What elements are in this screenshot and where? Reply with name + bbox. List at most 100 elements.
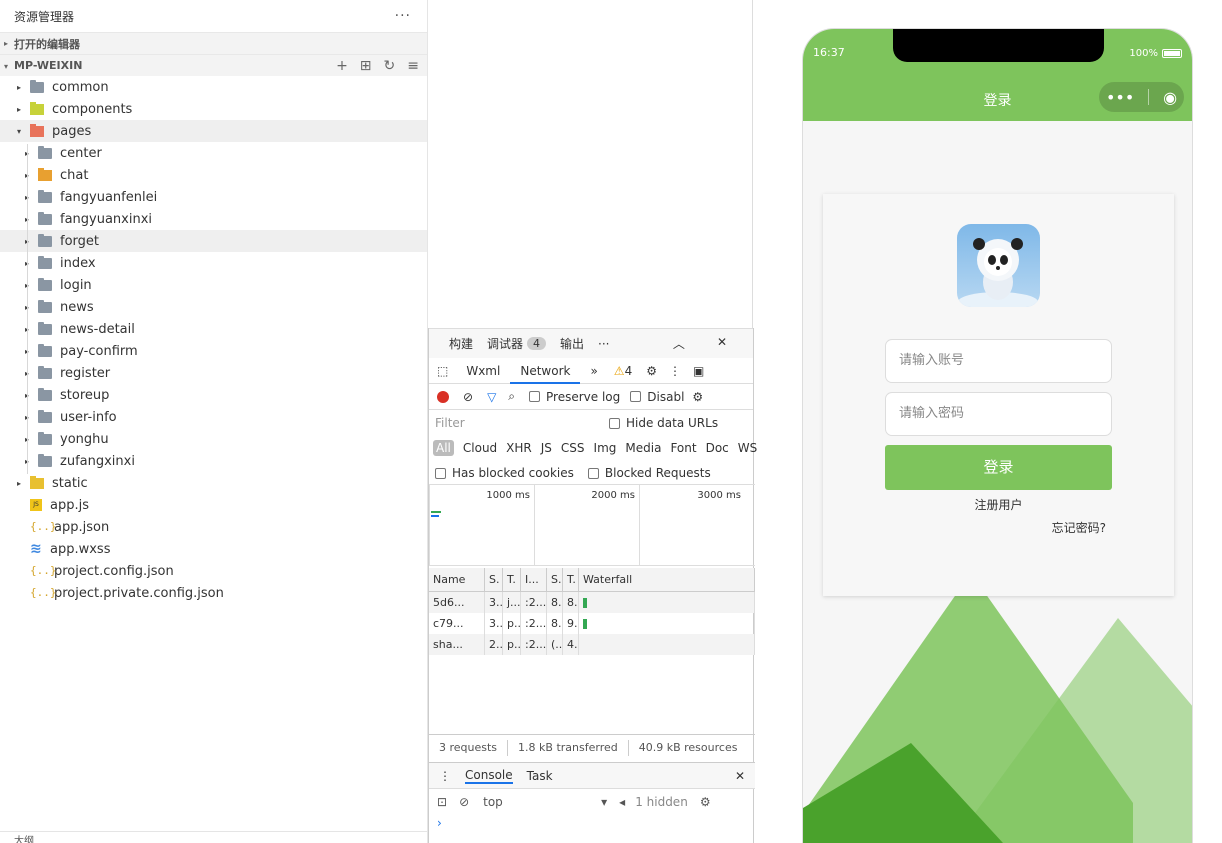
column-header[interactable]: S.	[485, 567, 503, 592]
tab-output[interactable]: 输出	[560, 335, 584, 352]
column-header[interactable]: T.	[563, 567, 579, 592]
tree-item[interactable]: ▸storeup	[0, 384, 427, 406]
tab-debugger[interactable]: 调试器	[487, 335, 523, 352]
type-filter-all[interactable]: All	[433, 440, 454, 456]
tree-item[interactable]: ▸zufangxinxi	[0, 450, 427, 472]
column-header[interactable]: Name	[429, 567, 485, 592]
tree-item[interactable]: ▸news	[0, 296, 427, 318]
tab-build[interactable]: 构建	[449, 335, 473, 352]
hide-data-urls-checkbox[interactable]	[609, 417, 620, 429]
tree-item[interactable]: ▸yonghu	[0, 428, 427, 450]
chevron-left-icon[interactable]: ◂	[619, 795, 625, 809]
outline-section[interactable]: 大纲	[0, 831, 428, 843]
project-section[interactable]: ▾ MP-WEIXIN + ⊞ ↻ ≡	[0, 54, 427, 76]
column-header[interactable]: T.	[503, 567, 521, 592]
tree-item[interactable]: {..} app.json	[0, 516, 427, 538]
tree-item[interactable]: {..} project.private.config.json	[0, 582, 427, 604]
record-icon[interactable]	[437, 390, 449, 403]
tree-item[interactable]: ▸chat	[0, 164, 427, 186]
type-filter-cloud[interactable]: Cloud	[463, 441, 497, 455]
chevron-down-icon[interactable]: ▾	[601, 795, 607, 809]
table-row[interactable]: c79...3..p..:2...8..9..	[429, 613, 755, 634]
filter-input[interactable]: Filter	[435, 416, 595, 430]
search-icon[interactable]: ⌕	[508, 389, 515, 404]
register-link[interactable]: 注册用户	[823, 496, 1174, 513]
tree-item[interactable]: ▸ common	[0, 76, 427, 98]
new-file-icon[interactable]: +	[336, 58, 348, 74]
tab-task[interactable]: Task	[527, 769, 553, 783]
kebab-icon[interactable]: ⋮	[439, 769, 451, 783]
clear-icon[interactable]: ⊘	[459, 795, 469, 809]
inspect-icon[interactable]: ⬚	[437, 364, 448, 378]
close-icon[interactable]: ✕	[735, 769, 745, 783]
dock-icon[interactable]: ▣	[693, 364, 704, 378]
refresh-icon[interactable]: ↻	[384, 58, 396, 74]
tree-item[interactable]: ▸news-detail	[0, 318, 427, 340]
more-tabs-icon[interactable]: »	[580, 358, 607, 384]
type-filter-img[interactable]: Img	[594, 441, 617, 455]
type-filter-js[interactable]: JS	[541, 441, 552, 455]
blocked-requests-checkbox[interactable]	[587, 467, 599, 479]
collapse-all-icon[interactable]: ≡	[407, 58, 419, 74]
preserve-log-checkbox[interactable]	[529, 391, 541, 402]
tree-item-label: index	[60, 255, 96, 271]
network-overview[interactable]: 1000 ms 2000 ms 3000 ms	[429, 484, 755, 566]
account-input[interactable]: 请输入账号	[885, 339, 1112, 383]
tree-item[interactable]: ▸forget	[0, 230, 427, 252]
type-filter-xhr[interactable]: XHR	[506, 441, 532, 455]
tree-item[interactable]: JS app.js	[0, 494, 427, 516]
gear-icon[interactable]: ⚙	[646, 364, 657, 378]
column-header[interactable]: S.	[547, 567, 563, 592]
gear-icon[interactable]: ⚙	[692, 390, 703, 404]
open-editors-section[interactable]: ▸ 打开的编辑器	[0, 32, 427, 54]
tab-console[interactable]: Console	[465, 768, 513, 784]
tree-item[interactable]: {..} project.config.json	[0, 560, 427, 582]
type-filter-font[interactable]: Font	[670, 441, 696, 455]
tree-item[interactable]: ▸fangyuanfenlei	[0, 186, 427, 208]
tree-item[interactable]: ▸index	[0, 252, 427, 274]
console-prompt[interactable]: ›	[437, 816, 442, 830]
filter-icon[interactable]: ▽	[487, 390, 496, 404]
type-filter-doc[interactable]: Doc	[706, 441, 729, 455]
more-dots-icon[interactable]: •••	[1106, 88, 1134, 107]
login-button[interactable]: 登录	[885, 445, 1112, 490]
folder-icon	[38, 255, 52, 269]
close-circle-icon[interactable]: ◉	[1163, 88, 1177, 107]
chevron-up-icon[interactable]: ︿	[673, 335, 685, 352]
clear-icon[interactable]: ⊘	[463, 390, 473, 404]
column-header[interactable]: Waterfall	[579, 567, 755, 592]
disable-cache-checkbox[interactable]	[630, 391, 642, 402]
forgot-password-link[interactable]: 忘记密码?	[1052, 519, 1106, 536]
type-filter-ws[interactable]: WS	[738, 441, 757, 455]
column-header[interactable]: I...	[521, 567, 547, 592]
tree-item[interactable]: ≋ app.wxss	[0, 538, 427, 560]
tree-item[interactable]: ▸register	[0, 362, 427, 384]
table-row[interactable]: 5d6...3..j...:2...8..8..	[429, 592, 755, 613]
password-input[interactable]: 请输入密码	[885, 392, 1112, 436]
tab-wxml[interactable]: Wxml	[456, 358, 510, 384]
tree-item[interactable]: ▸user-info	[0, 406, 427, 428]
warning-icon[interactable]: ⚠	[614, 364, 625, 378]
type-filter-css[interactable]: CSS	[561, 441, 585, 455]
tree-item[interactable]: ▸pay-confirm	[0, 340, 427, 362]
gear-icon[interactable]: ⚙	[700, 795, 711, 809]
tree-item[interactable]: ▸ components	[0, 98, 427, 120]
login-card: 请输入账号 请输入密码 登录 注册用户 忘记密码?	[823, 194, 1174, 596]
tab-network[interactable]: Network	[510, 358, 581, 384]
sidebar-toggle-icon[interactable]: ⊡	[437, 795, 447, 809]
tree-item[interactable]: ▸ static	[0, 472, 427, 494]
kebab-icon[interactable]: ⋮	[669, 364, 681, 378]
context-select[interactable]: top	[483, 795, 601, 809]
more-icon[interactable]: ···	[395, 8, 411, 24]
tree-item[interactable]: ▸fangyuanxinxi	[0, 208, 427, 230]
blocked-cookies-checkbox[interactable]	[435, 467, 446, 479]
type-filter-media[interactable]: Media	[625, 441, 661, 455]
table-row[interactable]: sha...2..p..:2...(...4..	[429, 634, 755, 655]
tick: 1000 ms	[429, 485, 534, 565]
new-folder-icon[interactable]: ⊞	[360, 58, 372, 74]
close-icon[interactable]: ✕	[717, 335, 727, 352]
more-icon[interactable]: ···	[598, 337, 609, 351]
tree-item[interactable]: ▸login	[0, 274, 427, 296]
tree-item[interactable]: ▾ pages	[0, 120, 427, 142]
tree-item[interactable]: ▸center	[0, 142, 427, 164]
